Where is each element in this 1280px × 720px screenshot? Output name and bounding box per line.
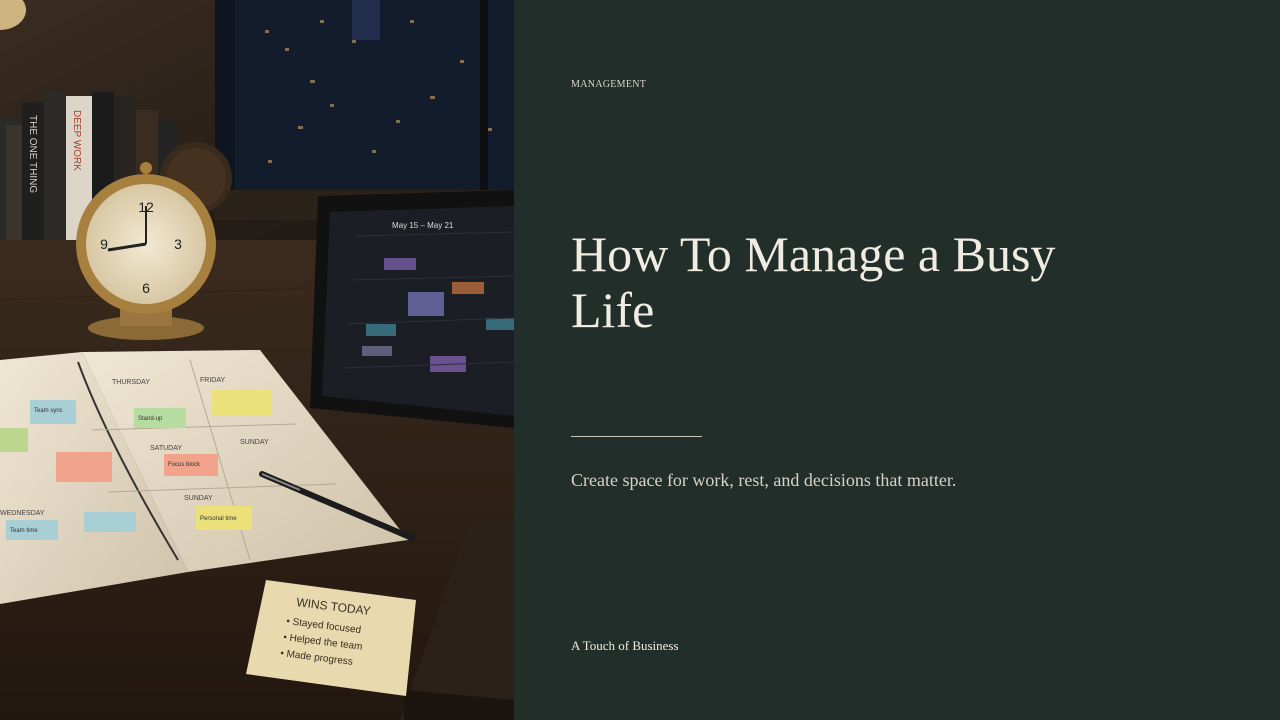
planner-sunday-top: SUNDAY xyxy=(240,439,269,446)
planner-wednesday: WEDNESDAY xyxy=(0,510,45,517)
planner-thursday: THURSDAY xyxy=(112,379,150,386)
note-stand-up: Stand-up xyxy=(138,416,163,422)
brand-footer: A Touch of Business xyxy=(571,638,679,653)
note-team-sync: Team sync xyxy=(34,408,63,414)
book-spine-one-thing: THE ONE THING xyxy=(27,115,38,193)
note-personal: Personal time xyxy=(200,516,237,522)
svg-text:9: 9 xyxy=(100,236,108,252)
eyebrow-label: MANAGEMENT xyxy=(571,79,647,90)
planner-saturday: SATUDAY xyxy=(150,445,182,452)
planner-friday: FRIDAY xyxy=(200,377,225,384)
slide-title: How To Manage a Busy Life xyxy=(571,226,1056,338)
slide: THE ONE THING DEEP WORK 3 6 9 May 15 – M… xyxy=(0,0,1280,720)
desk-photo: THE ONE THING DEEP WORK 3 6 9 May 15 – M… xyxy=(0,0,514,720)
note-focus: Focus block xyxy=(168,462,201,468)
book-spine-deep-work: DEEP WORK xyxy=(71,110,82,171)
svg-text:3: 3 xyxy=(174,236,182,252)
divider-rule xyxy=(571,436,702,437)
tablet-calendar: May 15 – May 21 xyxy=(310,190,514,428)
tablet-header: May 15 – May 21 xyxy=(392,221,454,230)
slide-subtitle: Create space for work, rest, and decisio… xyxy=(571,470,957,490)
note-team-time: Team time xyxy=(10,528,38,534)
svg-text:6: 6 xyxy=(142,280,150,296)
title-panel: MANAGEMENT How To Manage a Busy Life Cre… xyxy=(514,0,1280,720)
planner-sunday: SUNDAY xyxy=(184,495,213,502)
